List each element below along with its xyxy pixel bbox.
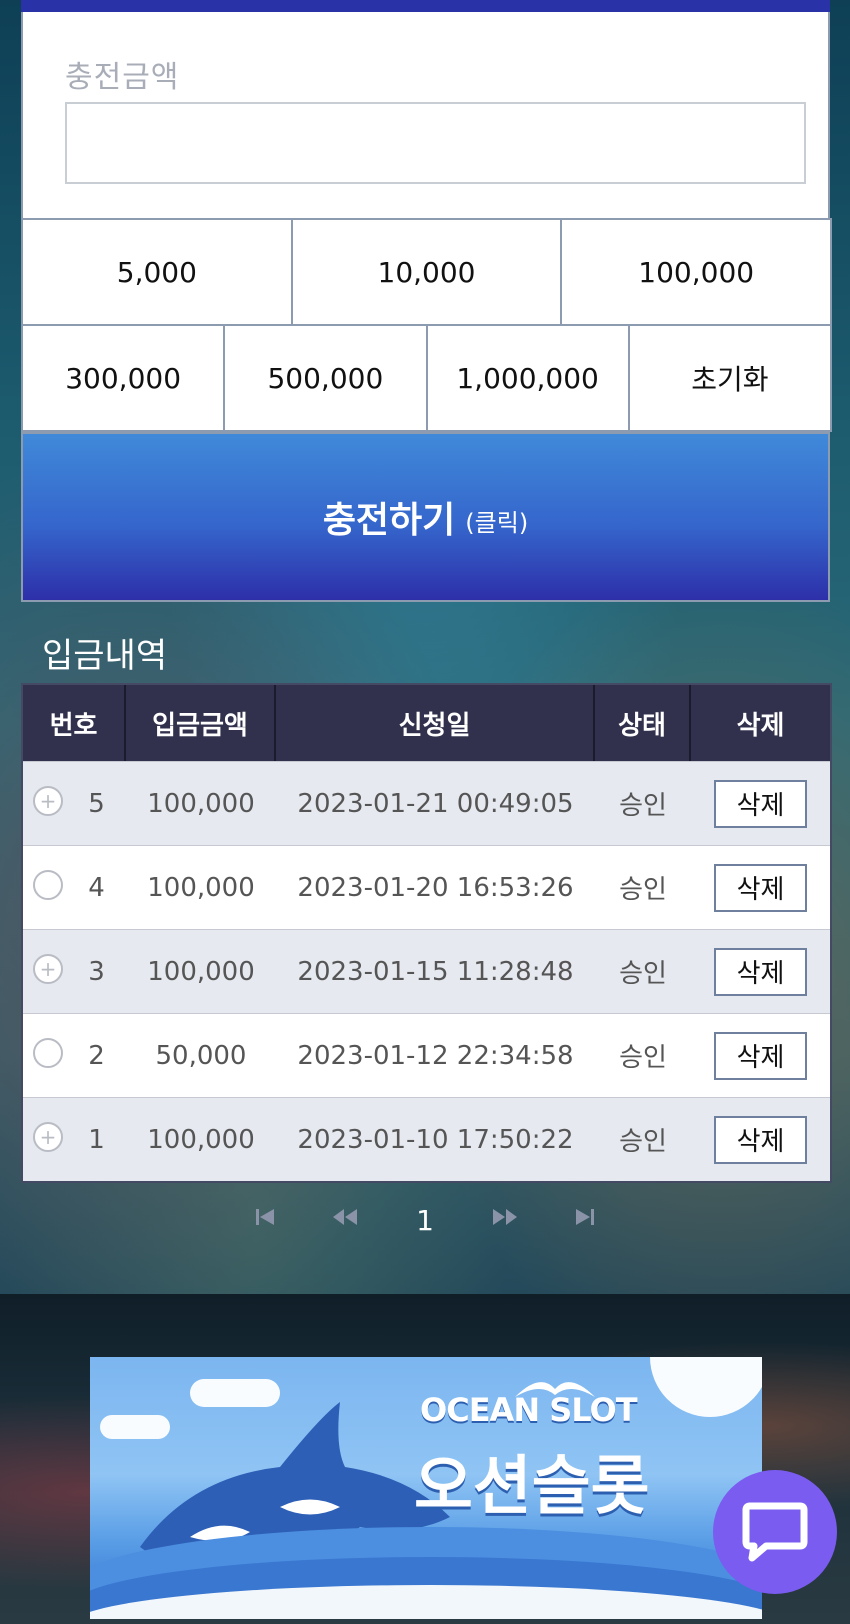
row-date: 2023-01-20 16:53:26 — [297, 872, 574, 903]
current-page[interactable]: 1 — [385, 1204, 465, 1237]
table-header: 번호 입금금액 신청일 상태 삭제 — [23, 685, 830, 761]
row-amount: 100,000 — [147, 872, 255, 903]
row-status: 승인 — [619, 1043, 667, 1073]
row-number: 2 — [88, 1040, 105, 1071]
delete-button[interactable]: 삭제 — [714, 863, 807, 912]
row-date: 2023-01-12 22:34:58 — [297, 1040, 574, 1071]
row-status: 승인 — [619, 875, 667, 905]
quick-amount-button[interactable]: 5,000 — [21, 218, 293, 326]
row-amount: 50,000 — [155, 1040, 247, 1071]
row-number: 4 — [88, 872, 105, 903]
prev-page-icon[interactable] — [305, 1205, 385, 1235]
charge-submit-button[interactable]: 충전하기 (클릭) — [21, 432, 830, 602]
history-title: 입금내역 — [42, 636, 168, 676]
delete-button[interactable]: 삭제 — [714, 947, 807, 996]
expand-circle-icon[interactable] — [33, 870, 63, 900]
first-page-icon[interactable] — [225, 1205, 305, 1235]
row-status: 승인 — [619, 959, 667, 989]
banner-title-ko: 오션슬롯 — [414, 1450, 650, 1524]
quick-amount-button[interactable]: 1,000,000 — [425, 324, 630, 432]
pagination: 1 — [0, 1200, 850, 1240]
column-header-status: 상태 — [595, 685, 691, 761]
row-status: 승인 — [619, 1127, 667, 1157]
column-header-delete: 삭제 — [736, 710, 785, 741]
row-number: 3 — [88, 956, 105, 987]
row-amount: 100,000 — [147, 956, 255, 987]
quick-amount-row-1: 5,000 10,000 100,000 — [21, 218, 833, 326]
row-number: 5 — [88, 788, 105, 819]
quick-amount-button[interactable]: 500,000 — [223, 324, 428, 432]
table-row: + 5 100,000 2023-01-21 00:49:05 승인 삭제 — [23, 761, 830, 845]
banner-title-en: OCEAN SLOT — [420, 1391, 638, 1429]
table-row: + 1 100,000 2023-01-10 17:50:22 승인 삭제 — [23, 1097, 830, 1181]
delete-button[interactable]: 삭제 — [714, 1031, 807, 1080]
next-page-icon[interactable] — [465, 1205, 545, 1235]
column-header-date: 신청일 — [276, 685, 595, 761]
expand-circle-icon[interactable] — [33, 1038, 63, 1068]
delete-button[interactable]: 삭제 — [714, 779, 807, 828]
expand-plus-icon[interactable]: + — [33, 786, 63, 816]
expand-plus-icon[interactable]: + — [33, 954, 63, 984]
row-date: 2023-01-10 17:50:22 — [297, 1124, 574, 1155]
quick-amount-button[interactable]: 10,000 — [290, 218, 563, 326]
row-date: 2023-01-15 11:28:48 — [297, 956, 574, 987]
panel-top-bar — [21, 0, 830, 12]
charge-submit-hint: (클릭) — [465, 508, 529, 537]
row-status: 승인 — [619, 791, 667, 821]
expand-plus-icon[interactable]: + — [33, 1122, 63, 1152]
chat-bubble-icon — [742, 1502, 808, 1562]
amount-label: 충전금액 — [65, 60, 180, 95]
amount-input[interactable] — [65, 102, 806, 184]
table-row: 4 100,000 2023-01-20 16:53:26 승인 삭제 — [23, 845, 830, 929]
row-amount: 100,000 — [147, 1124, 255, 1155]
row-amount: 100,000 — [147, 788, 255, 819]
row-number: 1 — [88, 1124, 105, 1155]
table-row: + 3 100,000 2023-01-15 11:28:48 승인 삭제 — [23, 929, 830, 1013]
last-page-icon[interactable] — [545, 1205, 625, 1235]
table-row: 2 50,000 2023-01-12 22:34:58 승인 삭제 — [23, 1013, 830, 1097]
charge-panel: 충전금액 5,000 10,000 100,000 300,000 500,00… — [21, 0, 833, 602]
reset-button[interactable]: 초기화 — [627, 324, 832, 432]
quick-amount-button[interactable]: 100,000 — [560, 218, 833, 326]
row-date: 2023-01-21 00:49:05 — [297, 788, 574, 819]
chat-button[interactable] — [713, 1470, 837, 1594]
ocean-slot-banner[interactable]: OCEAN SLOT 오션슬롯 — [90, 1357, 762, 1619]
quick-amount-button[interactable]: 300,000 — [21, 324, 226, 432]
quick-amount-row-2: 300,000 500,000 1,000,000 초기화 — [21, 324, 832, 432]
deposit-history-table: 번호 입금금액 신청일 상태 삭제 + 5 100,000 2023-01-21… — [21, 683, 832, 1183]
column-header-no: 번호 — [23, 685, 126, 761]
column-header-amount: 입금금액 — [126, 685, 276, 761]
charge-submit-label: 충전하기 — [322, 500, 456, 541]
amount-section: 충전금액 — [21, 12, 830, 218]
delete-button[interactable]: 삭제 — [714, 1115, 807, 1164]
cloud-shape — [650, 1357, 762, 1417]
